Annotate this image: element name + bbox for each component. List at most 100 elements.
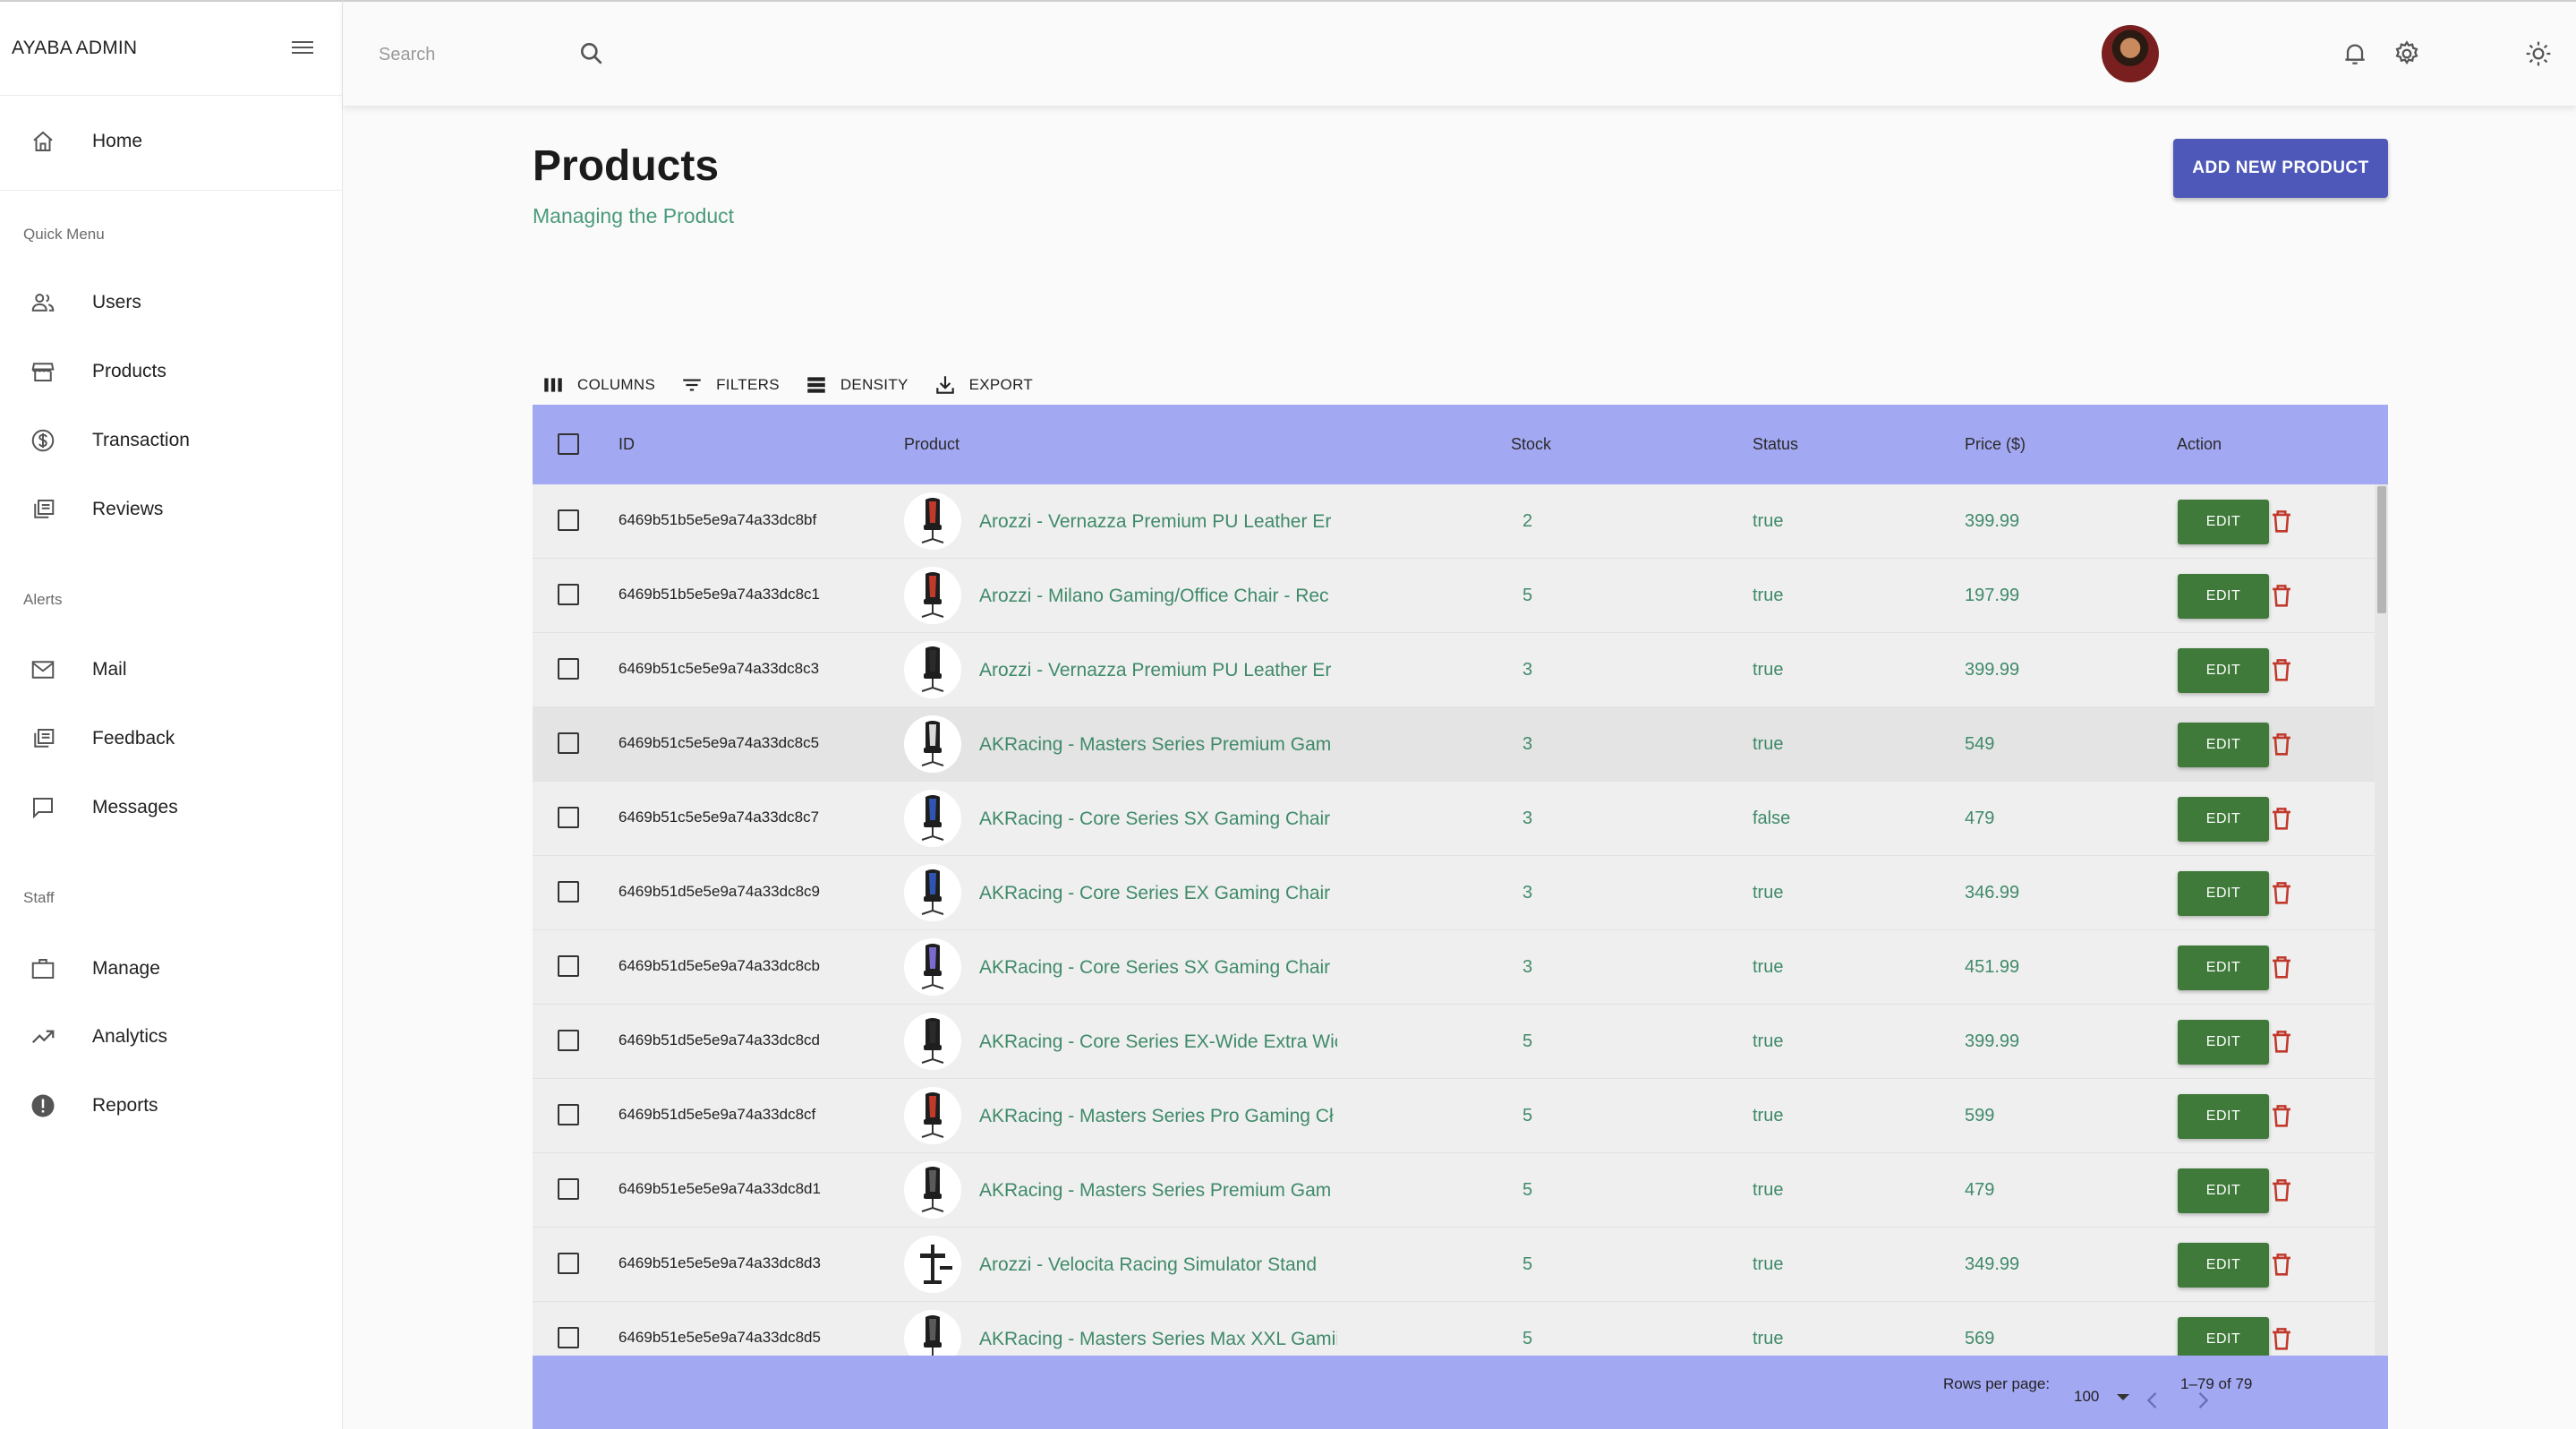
edit-button[interactable]: EDIT bbox=[2178, 723, 2269, 767]
sidebar-item-products[interactable]: Products bbox=[0, 345, 343, 398]
table-row[interactable]: 6469b51d5e5e9a74a33dc8cf AKRacing - Maste… bbox=[533, 1079, 2375, 1153]
rows-per-page-label: Rows per page: bbox=[1943, 1375, 2051, 1392]
column-header-id[interactable]: ID bbox=[618, 435, 635, 454]
table-row[interactable]: 6469b51d5e5e9a74a33dc8cb AKRacing - Core … bbox=[533, 930, 2375, 1005]
edit-button[interactable]: EDIT bbox=[2178, 500, 2269, 544]
edit-button[interactable]: EDIT bbox=[2178, 797, 2269, 842]
export-button[interactable]: EXPORT bbox=[934, 373, 1033, 397]
delete-icon[interactable] bbox=[2266, 1175, 2297, 1205]
sidebar-item-label: Home bbox=[92, 131, 143, 151]
row-checkbox[interactable] bbox=[558, 584, 579, 605]
column-header-stock[interactable]: Stock bbox=[1511, 435, 1551, 454]
row-checkbox[interactable] bbox=[558, 658, 579, 680]
density-button[interactable]: DENSITY bbox=[805, 373, 908, 397]
cell-id: 6469b51e5e5e9a74a33dc8d5 bbox=[618, 1329, 821, 1346]
chevron-left-icon[interactable] bbox=[2140, 1388, 2165, 1413]
column-header-status[interactable]: Status bbox=[1753, 435, 1798, 454]
sidebar-item-messages[interactable]: Messages bbox=[0, 781, 343, 834]
row-checkbox[interactable] bbox=[558, 1327, 579, 1348]
add-new-product-button[interactable]: ADD NEW PRODUCT bbox=[2173, 139, 2388, 198]
edit-button[interactable]: EDIT bbox=[2178, 946, 2269, 990]
sidebar-item-users[interactable]: Users bbox=[0, 276, 343, 329]
sidebar-item-label: Users bbox=[92, 292, 141, 312]
row-checkbox[interactable] bbox=[558, 807, 579, 828]
row-checkbox[interactable] bbox=[558, 1030, 579, 1051]
table-row[interactable]: 6469b51d5e5e9a74a33dc8c9 AKRacing - Core … bbox=[533, 856, 2375, 930]
bell-icon[interactable] bbox=[2341, 39, 2369, 68]
sidebar-item-mail[interactable]: Mail bbox=[0, 643, 343, 697]
delete-icon[interactable] bbox=[2266, 1249, 2297, 1279]
select-all-checkbox[interactable] bbox=[558, 433, 579, 455]
column-header-action[interactable]: Action bbox=[2177, 435, 2222, 454]
edit-button[interactable]: EDIT bbox=[2178, 648, 2269, 693]
table-row[interactable]: 6469b51e5e5e9a74a33dc8d5 AKRacing - Maste… bbox=[533, 1302, 2375, 1356]
edit-button[interactable]: EDIT bbox=[2178, 1317, 2269, 1356]
row-checkbox[interactable] bbox=[558, 509, 579, 531]
columns-button[interactable]: COLUMNS bbox=[542, 373, 655, 397]
table-row[interactable]: 6469b51b5e5e9a74a33dc8c1 Arozzi - Milano … bbox=[533, 559, 2375, 633]
cell-stock: 5 bbox=[1523, 586, 1533, 605]
store-icon bbox=[29, 357, 57, 386]
delete-icon[interactable] bbox=[2266, 655, 2297, 685]
menu-icon[interactable] bbox=[292, 38, 319, 63]
delete-icon[interactable] bbox=[2266, 580, 2297, 611]
sidebar-item-analytics[interactable]: Analytics bbox=[0, 1010, 343, 1064]
chevron-right-icon[interactable] bbox=[2190, 1388, 2215, 1413]
edit-button[interactable]: EDIT bbox=[2178, 1243, 2269, 1288]
grid-body: 6469b51b5e5e9a74a33dc8bf Arozzi - Vernazz… bbox=[533, 484, 2388, 1356]
row-checkbox[interactable] bbox=[558, 732, 579, 754]
table-row[interactable]: 6469b51c5e5e9a74a33dc8c3 Arozzi - Vernazz… bbox=[533, 633, 2375, 707]
sidebar-item-transaction[interactable]: Transaction bbox=[0, 414, 343, 467]
edit-button[interactable]: EDIT bbox=[2178, 871, 2269, 916]
table-row[interactable]: 6469b51c5e5e9a74a33dc8c5 AKRacing - Maste… bbox=[533, 707, 2375, 782]
delete-icon[interactable] bbox=[2266, 803, 2297, 834]
table-row[interactable]: 6469b51c5e5e9a74a33dc8c7 AKRacing - Core … bbox=[533, 782, 2375, 856]
row-checkbox[interactable] bbox=[558, 1104, 579, 1125]
edit-button[interactable]: EDIT bbox=[2178, 1020, 2269, 1065]
filters-button[interactable]: FILTERS bbox=[680, 373, 780, 397]
row-checkbox[interactable] bbox=[558, 1253, 579, 1274]
edit-button[interactable]: EDIT bbox=[2178, 574, 2269, 619]
delete-icon[interactable] bbox=[2266, 729, 2297, 759]
delete-icon[interactable] bbox=[2266, 877, 2297, 908]
search-input[interactable] bbox=[379, 39, 576, 70]
row-checkbox[interactable] bbox=[558, 1178, 579, 1200]
delete-icon[interactable] bbox=[2266, 1026, 2297, 1057]
sidebar-item-reviews[interactable]: Reviews bbox=[0, 483, 343, 536]
rows-per-page-value: 100 bbox=[2074, 1388, 2100, 1405]
gear-icon[interactable] bbox=[2393, 39, 2421, 68]
edit-button[interactable]: EDIT bbox=[2178, 1094, 2269, 1139]
column-header-product[interactable]: Product bbox=[904, 435, 960, 454]
cell-status: true bbox=[1753, 734, 1784, 754]
delete-icon[interactable] bbox=[2266, 952, 2297, 982]
delete-icon[interactable] bbox=[2266, 1323, 2297, 1354]
cell-status: true bbox=[1753, 1180, 1784, 1200]
search-icon[interactable] bbox=[577, 39, 606, 68]
product-image bbox=[904, 492, 961, 550]
delete-icon[interactable] bbox=[2266, 1100, 2297, 1131]
products-grid: ID Product Stock Status Price ($) Action… bbox=[533, 405, 2388, 1429]
dollar-icon bbox=[29, 426, 57, 455]
cell-stock: 5 bbox=[1523, 1031, 1533, 1051]
sidebar-item-manage[interactable]: Manage bbox=[0, 942, 343, 996]
edit-button[interactable]: EDIT bbox=[2178, 1168, 2269, 1213]
row-checkbox[interactable] bbox=[558, 955, 579, 977]
sidebar-item-feedback[interactable]: Feedback bbox=[0, 712, 343, 766]
table-row[interactable]: 6469b51d5e5e9a74a33dc8cd AKRacing - Core … bbox=[533, 1005, 2375, 1079]
table-row[interactable]: 6469b51e5e5e9a74a33dc8d1 AKRacing - Maste… bbox=[533, 1153, 2375, 1228]
table-row[interactable]: 6469b51e5e5e9a74a33dc8d3 Arozzi - Velocit… bbox=[533, 1228, 2375, 1302]
cell-product: Arozzi - Milano Gaming/Office Chair - Re… bbox=[979, 586, 1329, 606]
sidebar-item-reports[interactable]: Reports bbox=[0, 1079, 343, 1133]
table-row[interactable]: 6469b51b5e5e9a74a33dc8bf Arozzi - Vernazz… bbox=[533, 484, 2375, 559]
cell-id: 6469b51e5e5e9a74a33dc8d1 bbox=[618, 1180, 821, 1197]
sidebar-item-home[interactable]: Home bbox=[0, 115, 343, 168]
avatar[interactable] bbox=[2102, 25, 2159, 82]
delete-icon[interactable] bbox=[2266, 506, 2297, 536]
column-header-price[interactable]: Price ($) bbox=[1965, 435, 2026, 454]
rows-per-page-select[interactable]: 100 bbox=[2074, 1388, 2130, 1406]
cell-price: 479 bbox=[1965, 1180, 1995, 1200]
scrollbar-thumb[interactable] bbox=[2377, 486, 2386, 613]
row-checkbox[interactable] bbox=[558, 881, 579, 903]
scrollbar[interactable] bbox=[2375, 484, 2388, 1356]
sun-icon[interactable] bbox=[2524, 39, 2553, 68]
